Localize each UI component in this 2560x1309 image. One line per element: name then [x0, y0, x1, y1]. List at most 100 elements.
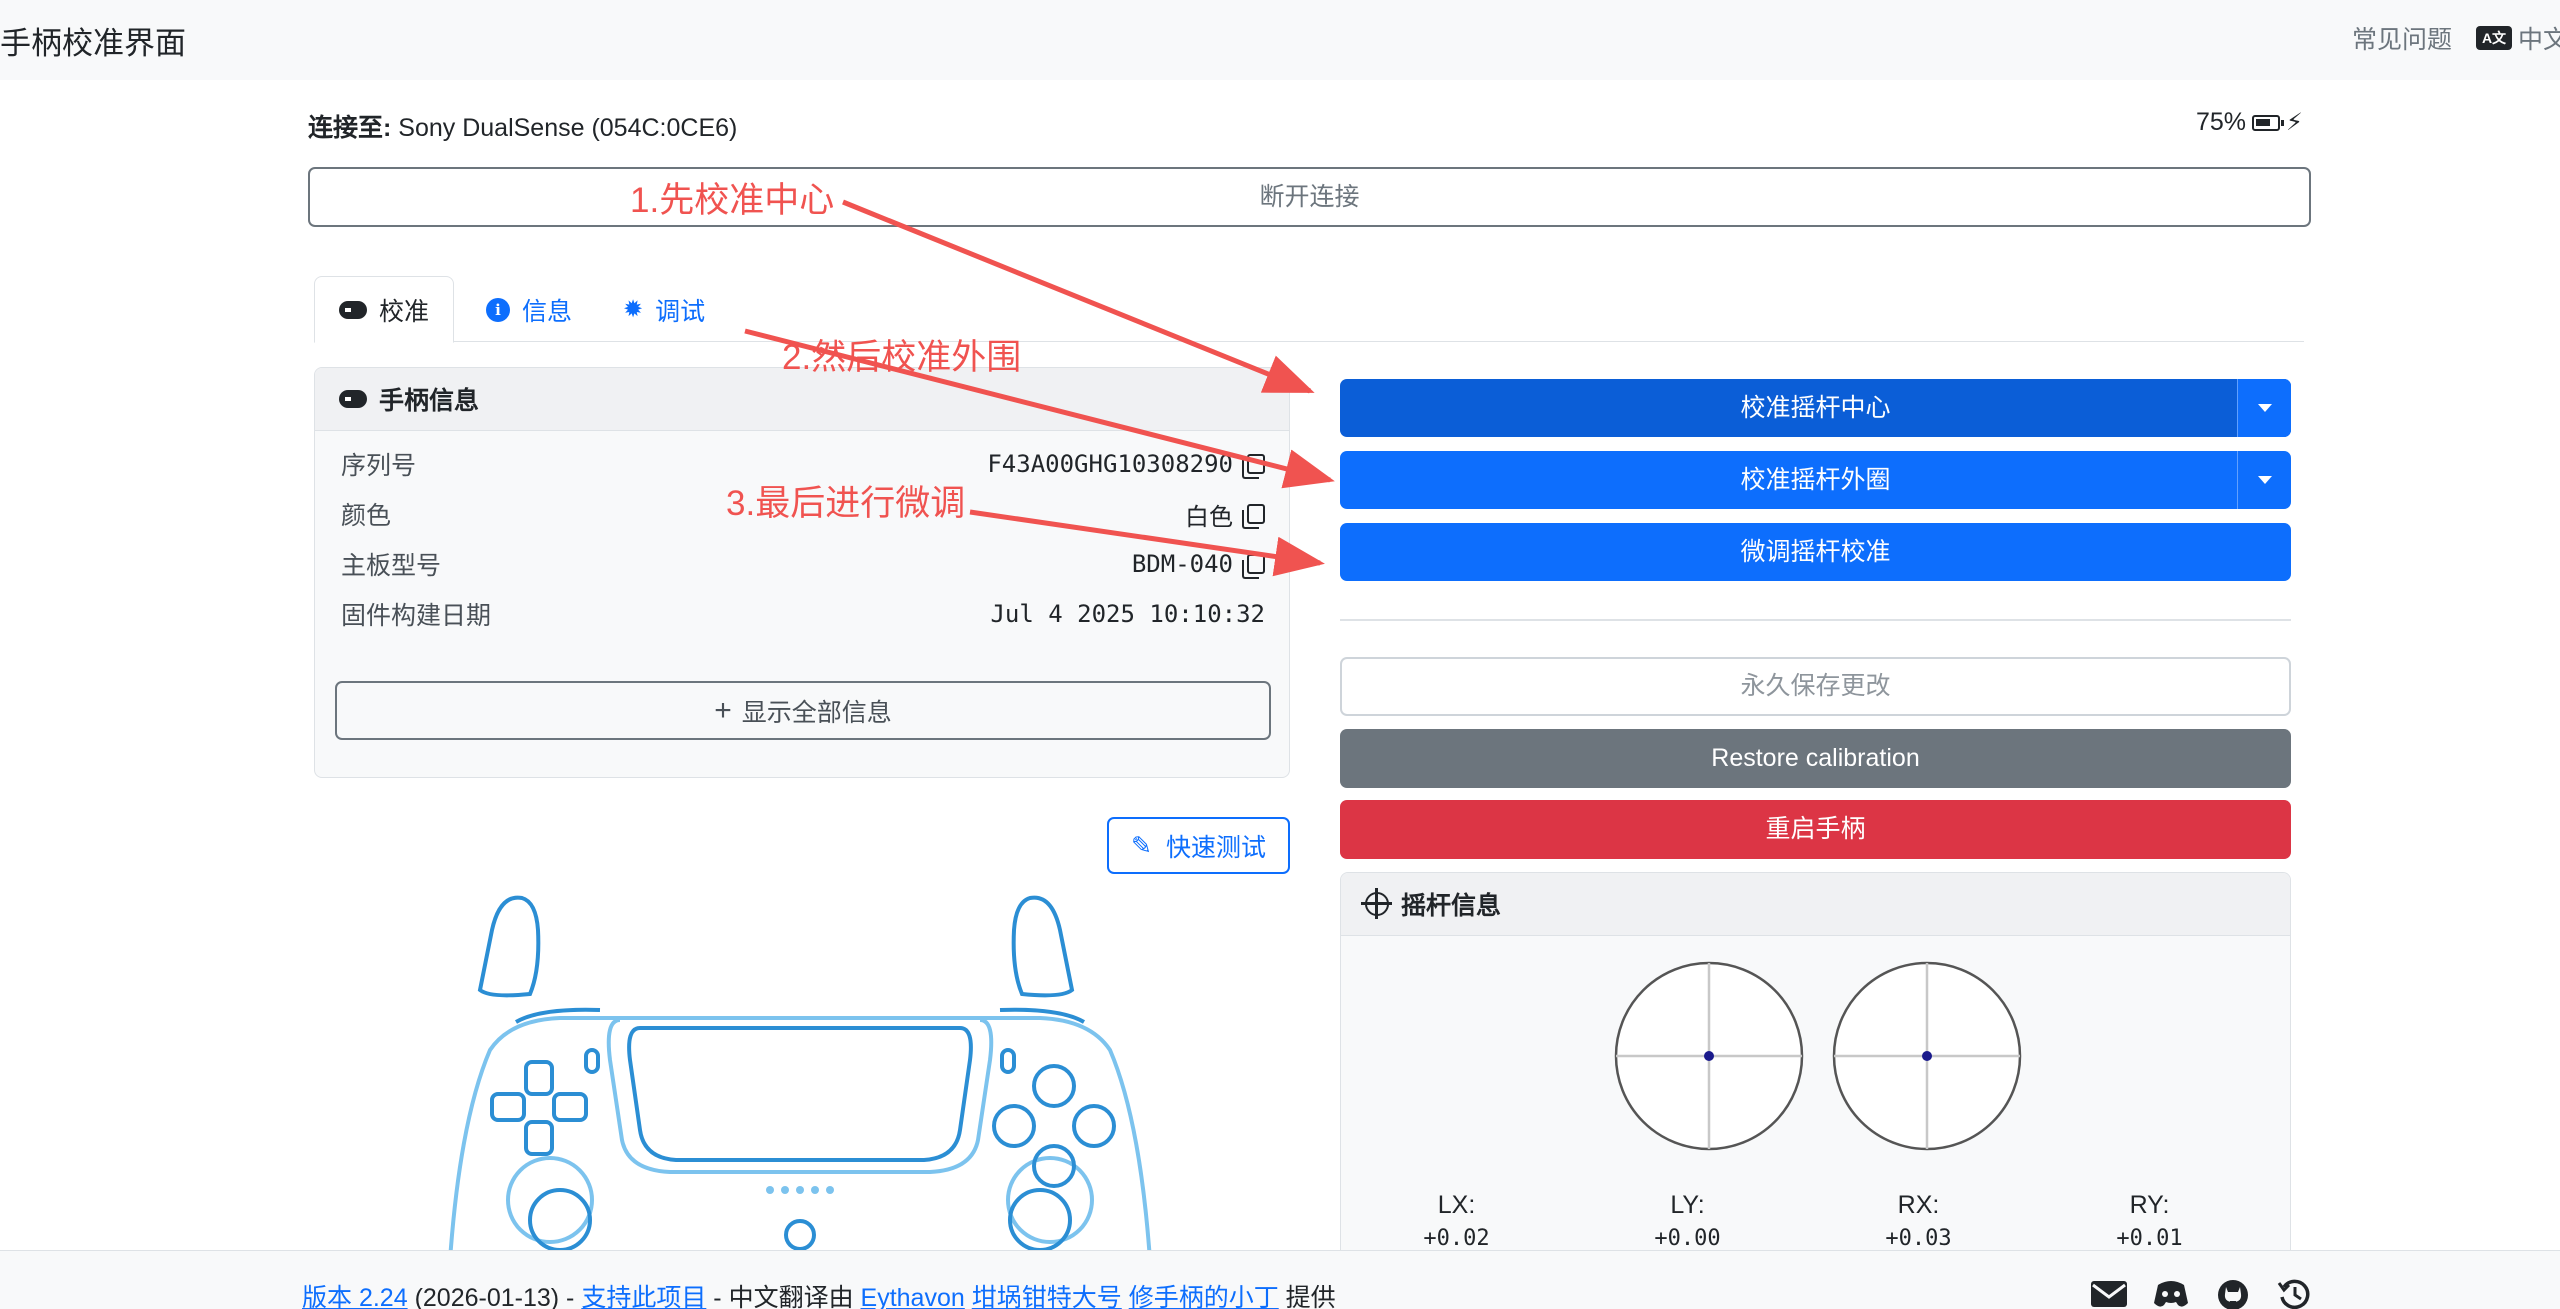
- info-row-firmware: 固件构建日期 Jul 4 2025 10:10:32: [341, 594, 1265, 634]
- divider: [1340, 619, 2291, 621]
- quick-test-button[interactable]: ✎ 快速测试: [1107, 817, 1290, 874]
- copy-icon[interactable]: [1242, 454, 1265, 479]
- left-stick-dot: [1704, 1051, 1714, 1061]
- caret-down-icon: [2257, 476, 2272, 484]
- axis-value: +0.01: [2116, 1226, 2183, 1251]
- axis-value: +0.02: [1423, 1226, 1490, 1251]
- info-label: 主板型号: [341, 552, 442, 580]
- controller-info-card: 手柄信息 序列号 F43A00GHG10308290 颜色 白色 主板型号 BD…: [314, 367, 1290, 778]
- copy-icon[interactable]: [1242, 554, 1265, 579]
- restore-calibration-button[interactable]: Restore calibration: [1340, 729, 2291, 788]
- calibrate-range-dropdown[interactable]: [2237, 451, 2291, 509]
- connection-label: 连接至:: [308, 114, 392, 142]
- controller-illustration: [448, 895, 1152, 1250]
- copy-icon[interactable]: [1242, 504, 1265, 529]
- axis-label: LX:: [1437, 1191, 1476, 1219]
- footer-icons: [2090, 1277, 2314, 1309]
- left-trigger: [477, 895, 541, 998]
- info-icon: i: [486, 297, 510, 322]
- calibrate-range-button[interactable]: 校准摇杆外圈: [1340, 451, 2291, 509]
- dpad-up: [524, 1060, 554, 1096]
- dpad-left: [490, 1092, 526, 1122]
- mail-icon[interactable]: [2090, 1277, 2128, 1309]
- axis-value: +0.03: [1885, 1226, 1952, 1251]
- tab-debug[interactable]: ✹ 调试: [599, 276, 729, 343]
- translate-icon: A文: [2476, 26, 2512, 50]
- info-label: 序列号: [341, 452, 417, 480]
- controller-body: [448, 1016, 1152, 1250]
- right-stick-dot: [1922, 1051, 1932, 1061]
- faq-link[interactable]: 常见问题: [2352, 20, 2452, 56]
- info-value: F43A00GHG10308290: [987, 450, 1233, 478]
- button-circle: [1072, 1104, 1116, 1148]
- bug-icon: ✹: [623, 296, 644, 323]
- charging-icon: ⚡: [2286, 109, 2303, 136]
- stick-visualizer: [1614, 961, 2022, 1151]
- version-link[interactable]: 版本 2.24: [302, 1284, 408, 1309]
- info-label: 固件构建日期: [341, 602, 492, 630]
- translated-by: - 中文翻译由: [713, 1284, 854, 1309]
- tab-info[interactable]: i 信息: [462, 276, 596, 343]
- disconnect-button[interactable]: 断开连接: [308, 167, 2311, 227]
- button-label: 快速测试: [1165, 833, 1266, 862]
- card-title: 手柄信息: [379, 387, 480, 415]
- right-stick-circle: [1832, 961, 2022, 1151]
- axis-ry: RY: +0.01: [2034, 1191, 2265, 1251]
- tab-bar: 校准 i 信息 ✹ 调试: [314, 276, 2304, 343]
- axis-ly: LY: +0.00: [1572, 1191, 1803, 1251]
- annotation-step2: 2.然后校准外围: [782, 338, 1022, 377]
- show-all-info-button[interactable]: + 显示全部信息: [335, 681, 1271, 740]
- button-label: 校准摇杆中心: [1740, 394, 1891, 422]
- footer-text: 版本 2.24 (2026-01-13) - 支持此项目 - 中文翻译由 Eyt…: [302, 1278, 1336, 1309]
- crosshair-icon: [1361, 888, 1392, 919]
- history-icon[interactable]: [2276, 1277, 2314, 1309]
- right-trigger: [1011, 895, 1075, 998]
- tab-label: 信息: [522, 297, 573, 326]
- github-icon[interactable]: [2214, 1277, 2252, 1309]
- footer: 版本 2.24 (2026-01-13) - 支持此项目 - 中文翻译由 Eyt…: [0, 1250, 2560, 1309]
- button-triangle: [1032, 1064, 1076, 1108]
- page-title[interactable]: 手柄校准界面: [0, 18, 186, 63]
- finetune-button[interactable]: 微调摇杆校准: [1340, 523, 2291, 581]
- axis-label: LY:: [1670, 1191, 1705, 1219]
- dpad-right: [552, 1092, 588, 1122]
- save-changes-button[interactable]: 永久保存更改: [1340, 657, 2291, 716]
- discord-icon[interactable]: [2152, 1277, 2190, 1309]
- translator-link[interactable]: 修手柄的小丁: [1129, 1284, 1279, 1309]
- button-cross: [1032, 1144, 1076, 1188]
- battery-level: 75%: [2196, 108, 2247, 136]
- language-label: 中文: [2518, 26, 2560, 54]
- annotation-step3: 3.最后进行微调: [726, 484, 966, 523]
- tab-label: 调试: [655, 297, 706, 326]
- card-title: 摇杆信息: [1401, 892, 1502, 920]
- tab-label: 校准: [379, 297, 430, 326]
- battery-icon: [2252, 114, 2285, 131]
- support-link[interactable]: 支持此项目: [581, 1284, 706, 1309]
- stick-info-card: 摇杆信息 LX: +0.02 LY: +0.00 RX: +0.03 RY: +…: [1340, 872, 2291, 1292]
- tab-calibration[interactable]: 校准: [314, 276, 455, 343]
- info-row-board: 主板型号 BDM-040: [341, 544, 1265, 584]
- dpad-down: [524, 1120, 554, 1156]
- translator-link[interactable]: 坩埚钳特大号: [972, 1284, 1122, 1309]
- calibrate-center-dropdown[interactable]: [2237, 379, 2291, 437]
- info-value: Jul 4 2025 10:10:32: [990, 600, 1265, 628]
- left-bumper: [514, 1007, 601, 1024]
- gamepad-icon: [339, 390, 367, 408]
- calibrate-center-button[interactable]: 校准摇杆中心: [1340, 379, 2291, 437]
- separator: -: [566, 1284, 575, 1309]
- axis-values: LX: +0.02 LY: +0.00 RX: +0.03 RY: +0.01: [1341, 1191, 2290, 1251]
- translator-link[interactable]: Eythavon: [861, 1284, 965, 1309]
- pencil-icon: ✎: [1131, 831, 1152, 860]
- axis-value: +0.00: [1654, 1226, 1721, 1251]
- card-header: 摇杆信息: [1341, 873, 2290, 936]
- battery-status: 75% ⚡: [2196, 108, 2303, 137]
- axis-label: RX:: [1897, 1191, 1940, 1219]
- right-bumper: [999, 1007, 1086, 1024]
- info-value: 白色: [1185, 503, 1233, 531]
- reboot-controller-button[interactable]: 重启手柄: [1340, 800, 2291, 859]
- language-selector[interactable]: A文 中文: [2476, 20, 2560, 56]
- info-label: 颜色: [341, 502, 392, 530]
- touchpad-outer: [606, 1018, 994, 1174]
- button-square: [992, 1104, 1036, 1148]
- button-label: 校准摇杆外圈: [1740, 466, 1891, 494]
